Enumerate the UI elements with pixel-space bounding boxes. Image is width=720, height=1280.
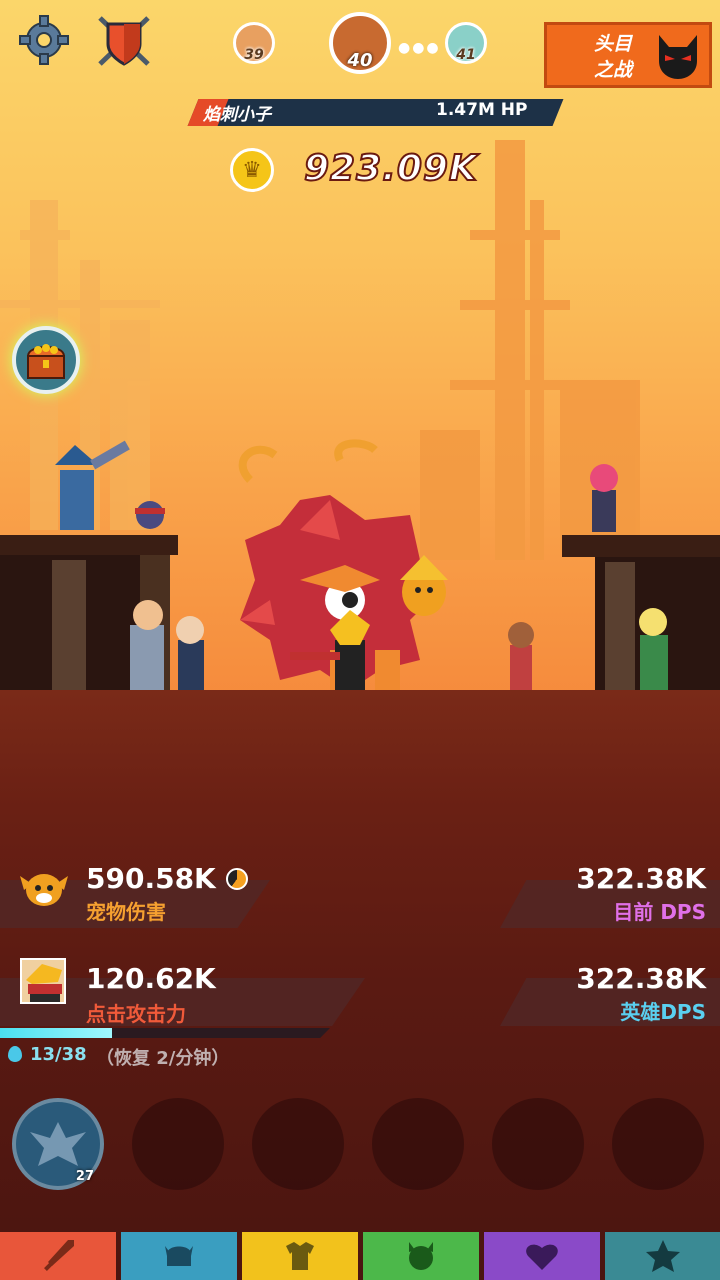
hero-paladin bbox=[130, 600, 164, 690]
tap-damage-value: 120.62K bbox=[86, 962, 216, 995]
tab-pets[interactable] bbox=[363, 1232, 479, 1280]
treasure-chest-button[interactable] bbox=[12, 326, 80, 394]
demon-face-icon bbox=[659, 35, 697, 79]
hero-dps-value: 322.38K bbox=[576, 962, 706, 995]
gold-coin-icon: ♛ bbox=[230, 148, 274, 192]
stage-prev-indicator: 39 bbox=[233, 22, 275, 64]
tab-artifacts[interactable] bbox=[484, 1232, 600, 1280]
pet-damage-label: 宠物伤害 bbox=[86, 900, 166, 924]
heart-icon bbox=[526, 1244, 558, 1270]
pet-damage-value: 590.58K bbox=[86, 862, 216, 895]
sword-icon bbox=[44, 1240, 74, 1271]
skill-slot-5[interactable] bbox=[492, 1098, 584, 1190]
enemy-hp-value: 1.47M HP bbox=[436, 100, 528, 120]
skill-slot-6[interactable] bbox=[612, 1098, 704, 1190]
boss-fight-button[interactable]: 头目 之战 bbox=[544, 22, 712, 88]
armor-icon bbox=[286, 1242, 314, 1270]
mana-regen: （恢复 2/分钟） bbox=[96, 1048, 230, 1069]
stage-dots: ●●● bbox=[398, 40, 441, 56]
hero-mage-girl bbox=[508, 622, 534, 690]
skill-slot-4[interactable] bbox=[372, 1098, 464, 1190]
helmet-icon bbox=[165, 1246, 193, 1266]
gold-amount: 923.09K bbox=[303, 147, 478, 190]
mana-count: 13/38 bbox=[30, 1044, 87, 1065]
shield-crossed-swords-icon bbox=[98, 16, 150, 66]
settings-button[interactable] bbox=[16, 12, 72, 68]
pet-cooldown-icon bbox=[226, 868, 248, 890]
hero-archer-pink bbox=[590, 464, 618, 532]
tab-heroes[interactable] bbox=[121, 1232, 237, 1280]
stage-current-number: 40 bbox=[347, 50, 373, 71]
current-dps-label: 目前 DPS bbox=[613, 900, 706, 924]
mana-drop-icon bbox=[8, 1046, 22, 1062]
enemy-name: 焰刺小子 bbox=[203, 105, 271, 125]
skill-slot-1[interactable]: 27 bbox=[12, 1098, 104, 1190]
tap-hero-avatar bbox=[20, 958, 66, 1004]
pet-icon bbox=[409, 1242, 433, 1270]
tab-hero-upgrade[interactable] bbox=[0, 1232, 116, 1280]
tab-equipment[interactable] bbox=[242, 1232, 358, 1280]
current-dps-value: 322.38K bbox=[576, 862, 706, 895]
star-icon bbox=[645, 1240, 680, 1272]
tap-damage-label: 点击攻击力 bbox=[86, 1002, 186, 1026]
skill-slot-3[interactable] bbox=[252, 1098, 344, 1190]
boss-fight-label-line1: 头目 bbox=[593, 33, 632, 55]
skill-slot-2[interactable] bbox=[132, 1098, 224, 1190]
stage-next-number: 41 bbox=[456, 47, 476, 63]
gear-icon bbox=[19, 15, 69, 65]
tab-shop[interactable] bbox=[605, 1232, 720, 1280]
mana-bar bbox=[0, 1028, 330, 1038]
pet-icon bbox=[20, 874, 68, 906]
hero-dps-label: 英雄DPS bbox=[620, 1000, 706, 1024]
stage-next-indicator: 41 bbox=[445, 22, 487, 64]
hero-portrait-icon bbox=[26, 964, 62, 1002]
skill-1-level: 27 bbox=[75, 1169, 94, 1184]
stage-current-indicator: 40 bbox=[329, 12, 391, 74]
treasure-chest-icon bbox=[26, 344, 66, 379]
mana-bar-fill bbox=[0, 1028, 113, 1038]
guild-button[interactable] bbox=[94, 10, 154, 70]
hero-elf-girl bbox=[639, 608, 668, 690]
boss-fight-label: 头目 之战 bbox=[577, 31, 649, 83]
hero-swordsman bbox=[176, 616, 204, 690]
stage-prev-number: 39 bbox=[244, 47, 264, 63]
boss-fight-label-line2: 之战 bbox=[593, 59, 632, 81]
